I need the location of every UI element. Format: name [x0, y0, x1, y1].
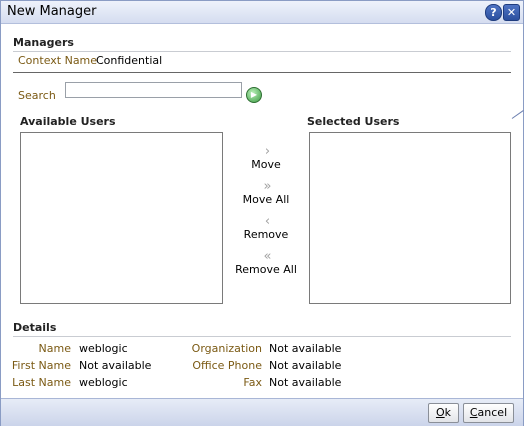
remove-button[interactable]: ‹ Remove — [231, 215, 301, 241]
ok-mnemonic: O — [435, 406, 445, 419]
cancel-label-rest: ancel — [477, 406, 508, 419]
name-value: weblogic — [79, 342, 128, 355]
organization-value: Not available — [269, 342, 342, 355]
organization-label: Organization — [191, 342, 262, 355]
details-heading: Details — [13, 321, 57, 334]
search-input[interactable] — [65, 82, 242, 98]
available-users-list[interactable] — [20, 132, 223, 304]
fax-label: Fax — [243, 376, 262, 389]
first-name-value: Not available — [79, 359, 152, 372]
managers-bottom-divider — [13, 72, 511, 73]
chevron-left-icon: ‹ — [264, 214, 270, 229]
name-label: Name — [38, 342, 71, 355]
remove-all-button[interactable]: « Remove All — [231, 250, 301, 276]
available-users-heading: Available Users — [20, 115, 116, 128]
managers-divider — [13, 51, 511, 52]
move-label: Move — [251, 158, 281, 171]
help-icon[interactable]: ? — [485, 4, 502, 21]
double-chevron-right-icon: » — [263, 179, 272, 194]
close-icon[interactable]: ✕ — [503, 4, 520, 21]
last-name-value: weblogic — [79, 376, 128, 389]
move-all-button[interactable]: » Move All — [231, 180, 301, 206]
double-chevron-left-icon: « — [263, 249, 272, 264]
ok-button[interactable]: Ok — [428, 403, 459, 423]
remove-label: Remove — [243, 228, 289, 241]
ok-label-rest: k — [444, 406, 452, 419]
cancel-mnemonic: C — [469, 406, 478, 419]
last-name-label: Last Name — [12, 376, 71, 389]
title-bar: New Manager ? ✕ — [1, 1, 523, 24]
selected-users-list[interactable] — [309, 132, 511, 304]
selected-users-heading: Selected Users — [307, 115, 400, 128]
details-divider — [13, 336, 511, 337]
office-phone-label: Office Phone — [192, 359, 262, 372]
first-name-label: First Name — [11, 359, 71, 372]
move-all-label: Move All — [242, 193, 290, 206]
fax-value: Not available — [269, 376, 342, 389]
context-name-value: Confidential — [96, 54, 163, 67]
cancel-button[interactable]: Cancel — [463, 403, 514, 423]
dialog-title: New Manager — [7, 4, 97, 19]
move-button[interactable]: › Move — [231, 145, 301, 171]
managers-heading: Managers — [13, 36, 74, 49]
go-icon[interactable]: ▶ — [246, 87, 262, 103]
remove-all-label: Remove All — [235, 263, 297, 276]
context-name-label: Context Name — [18, 54, 98, 67]
office-phone-value: Not available — [269, 359, 342, 372]
search-label: Search — [18, 89, 56, 102]
chevron-right-icon: › — [264, 144, 270, 159]
